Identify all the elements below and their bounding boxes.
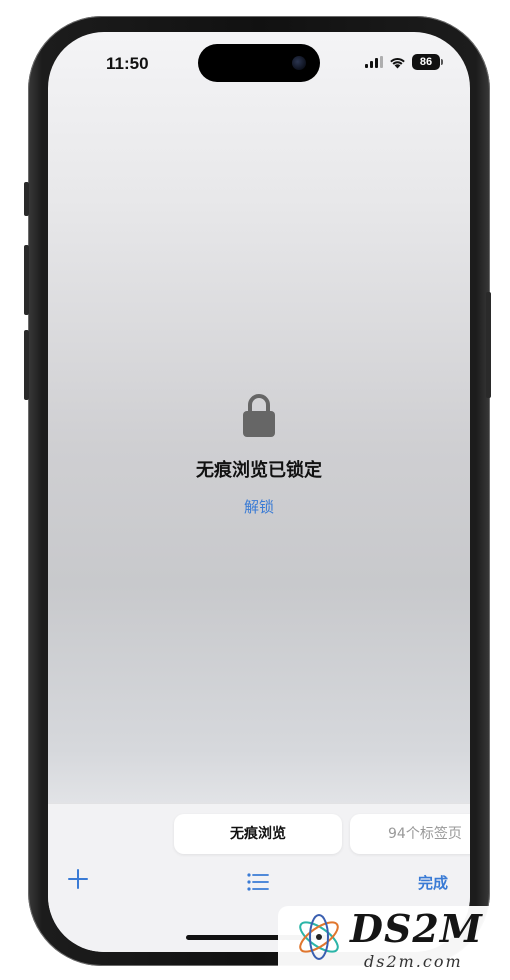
tab-group-count[interactable]: 94个标签页	[350, 814, 470, 854]
watermark: DS2M ds2m.com	[278, 906, 510, 980]
tab-list-button[interactable]	[246, 872, 270, 892]
done-button[interactable]: 完成	[418, 872, 448, 893]
volume-down-button	[24, 330, 29, 400]
plus-icon	[68, 869, 88, 889]
status-indicators: 86	[365, 54, 443, 70]
power-button	[486, 292, 491, 398]
volume-up-button	[24, 245, 29, 315]
new-tab-button[interactable]	[68, 868, 88, 894]
unlock-button[interactable]: 解锁	[48, 496, 470, 517]
private-lock-panel: 无痕浏览已锁定 解锁	[48, 392, 470, 517]
cellular-signal-icon	[365, 56, 383, 68]
watermark-brand: DS2M	[350, 906, 483, 951]
ds2m-logo-icon	[299, 914, 339, 960]
status-time: 11:50	[106, 54, 149, 73]
action-button	[24, 182, 29, 216]
dynamic-island	[198, 44, 320, 82]
lock-title: 无痕浏览已锁定	[196, 460, 322, 481]
list-icon	[247, 873, 269, 891]
screen: 11:50 86 无痕浏览已锁定 解锁 无痕浏览 94个标签页 完成	[48, 32, 470, 952]
camera-icon	[292, 56, 306, 70]
lock-icon	[243, 394, 275, 437]
wifi-icon	[390, 57, 405, 68]
battery-indicator: 86	[412, 54, 443, 70]
tab-group-private[interactable]: 无痕浏览	[174, 814, 342, 854]
watermark-url: ds2m.com	[364, 952, 463, 971]
